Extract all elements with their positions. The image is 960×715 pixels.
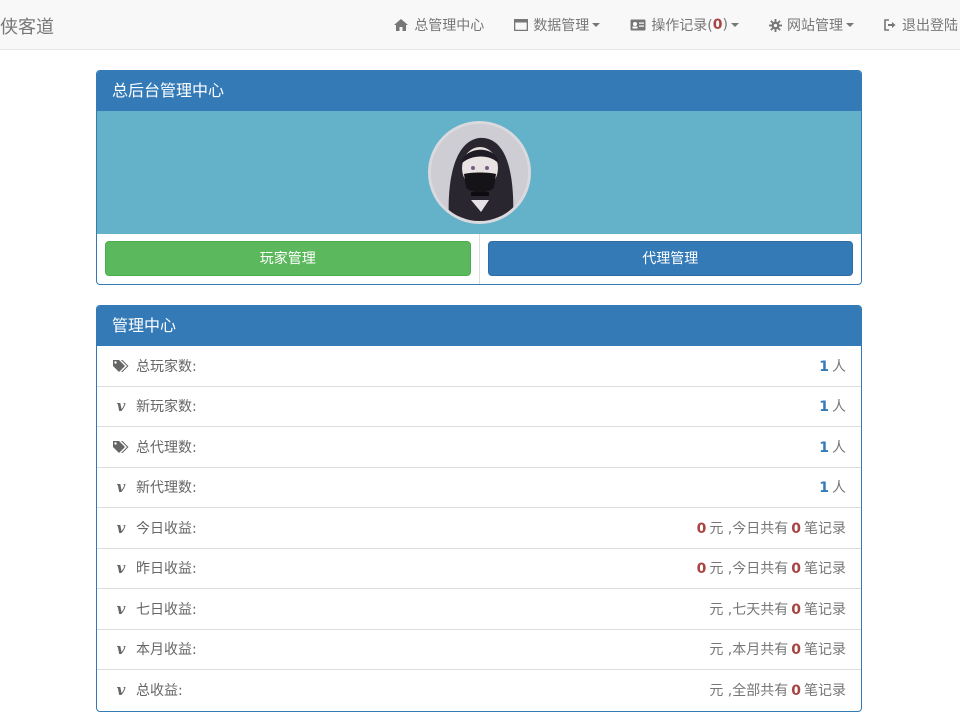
- id-card-icon: [630, 19, 646, 31]
- window-icon: [514, 19, 529, 31]
- player-management-button[interactable]: 玩家管理: [105, 241, 471, 276]
- stat-label: 七日收益:: [136, 601, 197, 618]
- vimeo-icon: v: [116, 397, 126, 416]
- stat-row-new-agents: v 新代理数: 1人: [97, 468, 861, 508]
- nav-item-label-suffix: ): [722, 17, 728, 33]
- stat-value: 1: [819, 358, 829, 375]
- stat-label: 总玩家数:: [136, 358, 197, 375]
- tags-icon: [112, 359, 130, 372]
- admin-center-panel: 总后台管理中心 玩家管理 代理管理: [96, 70, 862, 285]
- button-cell: 代理管理: [478, 234, 862, 284]
- management-stats-panel: 管理中心 总玩家数: 1人 v 新玩家数: 1人 总代理数: 1人 v 新代理数: …: [96, 305, 862, 712]
- count-unit: 笔记录: [804, 601, 846, 618]
- button-cell: 玩家管理: [97, 234, 479, 284]
- stat-row-total-revenue: v 总收益: 元 ,全部共有 0 笔记录: [97, 670, 861, 711]
- top-nav: 总管理中心 数据管理 操作记录(0) 网站管理 退出登陆: [378, 0, 960, 50]
- stat-unit: 人: [832, 439, 846, 456]
- stat-unit: 人: [832, 480, 846, 497]
- stat-label: 新代理数:: [136, 480, 197, 497]
- panel-button-row: 玩家管理 代理管理: [97, 234, 862, 284]
- home-icon: [393, 18, 409, 32]
- period-text: ,七天共有: [727, 601, 789, 618]
- nav-item-label: 数据管理: [533, 18, 590, 34]
- top-navbar: 侠客道 总管理中心 数据管理 操作记录(0) 网站管理 退出登陆: [0, 0, 960, 50]
- vimeo-icon: v: [116, 681, 126, 700]
- stat-unit: 人: [832, 358, 846, 375]
- record-count: 0: [791, 642, 801, 659]
- operation-log-count: 0: [712, 17, 723, 33]
- nav-item-label: 网站管理: [787, 18, 843, 34]
- vimeo-icon: v: [116, 599, 126, 618]
- vimeo-icon: v: [116, 640, 126, 659]
- stat-row-total-players: 总玩家数: 1人: [97, 346, 861, 387]
- nav-item-site-management[interactable]: 网站管理: [754, 0, 869, 50]
- stat-label: 本月收益:: [136, 642, 197, 659]
- avatar: [428, 121, 531, 224]
- count-unit: 笔记录: [804, 683, 846, 700]
- record-count: 0: [791, 561, 801, 578]
- stat-value: 1: [819, 480, 829, 497]
- stat-row-new-players: v 新玩家数: 1人: [97, 387, 861, 427]
- nav-item-data-management[interactable]: 数据管理: [499, 0, 615, 50]
- period-text: ,本月共有: [727, 642, 789, 659]
- chevron-down-icon: [592, 23, 601, 27]
- chevron-down-icon: [846, 23, 854, 27]
- record-count: 0: [791, 520, 801, 537]
- stat-label: 今日收益:: [136, 520, 197, 537]
- stat-label: 昨日收益:: [136, 561, 197, 578]
- amount-unit: 元: [709, 561, 724, 578]
- stat-value: 1: [819, 399, 829, 416]
- avatar-banner: [97, 111, 861, 234]
- revenue-amount: 0: [696, 520, 707, 537]
- record-count: 0: [791, 683, 801, 700]
- stat-row-today-revenue: v 今日收益: 0元 ,今日共有 0 笔记录: [97, 508, 861, 549]
- vimeo-icon: v: [116, 478, 126, 497]
- vimeo-icon: v: [116, 559, 126, 578]
- stat-unit: 人: [832, 399, 846, 416]
- revenue-amount: 0: [696, 561, 707, 578]
- panel-title: 总后台管理中心: [97, 71, 861, 111]
- nav-item-label-prefix: 操作记录(: [651, 18, 713, 34]
- stat-label: 总代理数:: [136, 439, 197, 456]
- period-text: ,今日共有: [727, 520, 789, 537]
- brand-title[interactable]: 侠客道: [0, 13, 54, 39]
- count-unit: 笔记录: [804, 642, 846, 659]
- count-unit: 笔记录: [804, 561, 846, 578]
- agent-management-button[interactable]: 代理管理: [487, 241, 853, 276]
- tags-icon: [112, 440, 130, 453]
- stat-row-seven-day-revenue: v 七日收益: 元 ,七天共有 0 笔记录: [97, 589, 861, 630]
- stat-row-yesterday-revenue: v 昨日收益: 0元 ,今日共有 0 笔记录: [97, 549, 861, 589]
- count-unit: 笔记录: [804, 520, 846, 537]
- panel-title: 管理中心: [97, 306, 861, 346]
- logout-icon: [884, 19, 897, 31]
- nav-item-label: 退出登陆: [902, 18, 958, 34]
- stat-row-month-revenue: v 本月收益: 元 ,本月共有 0 笔记录: [97, 630, 861, 670]
- nav-item-logout[interactable]: 退出登陆: [869, 0, 960, 50]
- stat-row-total-agents: 总代理数: 1人: [97, 427, 861, 468]
- amount-unit: 元: [709, 683, 724, 700]
- chevron-down-icon: [731, 23, 739, 27]
- stat-value: 1: [819, 439, 829, 456]
- stat-label: 总收益:: [136, 683, 183, 700]
- nav-item-operation-log[interactable]: 操作记录(0): [615, 0, 754, 50]
- stat-label: 新玩家数:: [136, 399, 197, 416]
- record-count: 0: [791, 601, 801, 618]
- amount-unit: 元: [709, 642, 724, 659]
- period-text: ,今日共有: [727, 561, 789, 578]
- gear-icon: [769, 18, 782, 32]
- amount-unit: 元: [709, 520, 724, 537]
- nav-item-admin-center[interactable]: 总管理中心: [378, 0, 499, 50]
- period-text: ,全部共有: [727, 683, 789, 700]
- amount-unit: 元: [709, 601, 724, 618]
- vimeo-icon: v: [116, 518, 126, 537]
- nav-item-label: 总管理中心: [414, 18, 485, 34]
